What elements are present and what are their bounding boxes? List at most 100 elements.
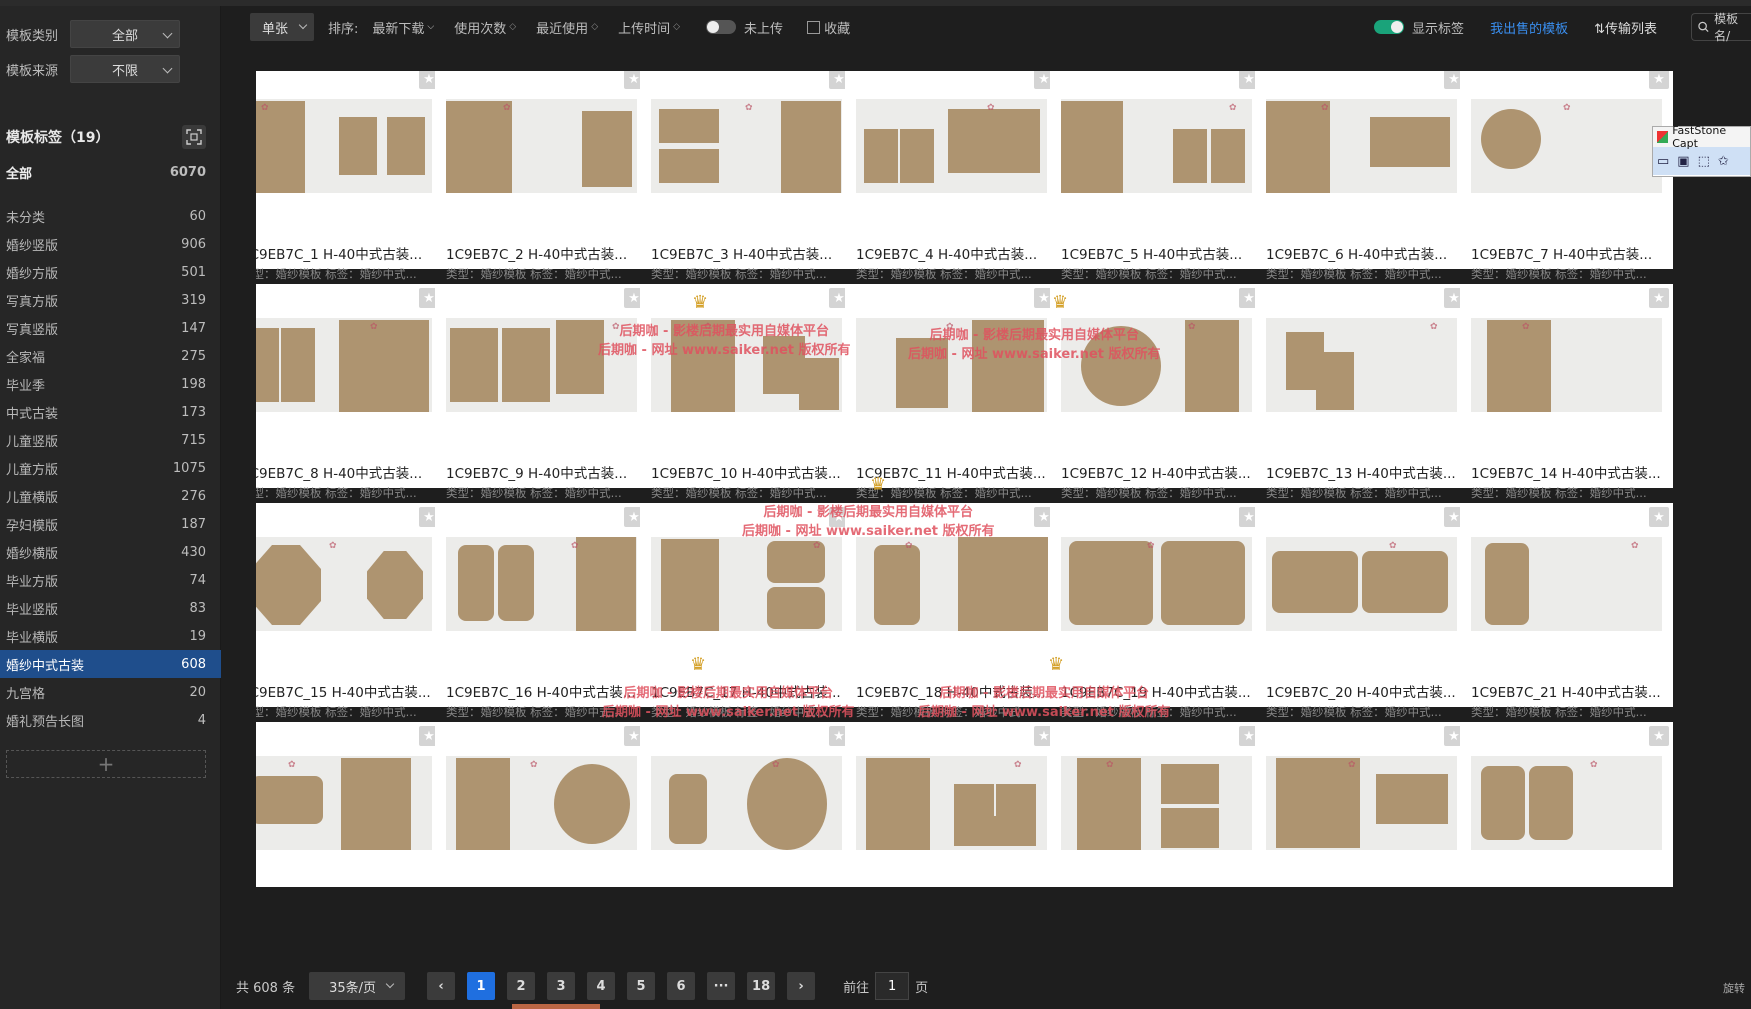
tag-item[interactable]: 未分类 60 — [0, 202, 221, 230]
template-thumbnail[interactable]: ✿ ★ — [435, 71, 648, 230]
template-thumbnail[interactable]: ✿ ★ — [435, 722, 648, 887]
tag-item[interactable]: 毕业方版 74 — [0, 566, 221, 594]
prev-page-button[interactable]: ‹ — [427, 972, 456, 1000]
template-card[interactable]: ✿ ★ 1C9EB7C_7 H-40中式古装... 类型：婚纱模板 标签：婚纱中式..… — [1460, 71, 1673, 281]
goto-page-input[interactable] — [875, 972, 910, 1000]
template-card[interactable]: ✿ ★ 1C9EB7C_15 H-40中式古装... 类型：婚纱模板 标签：婚纱中式.… — [256, 503, 443, 719]
template-card[interactable]: ✿ ★ 1C9EB7C_14 H-40中式古装... 类型：婚纱模板 标签：婚纱中式.… — [1460, 284, 1673, 500]
faststone-capture-toolbar[interactable]: FastStone Capt ▭ ▣ ⬚ ✩ — [1652, 124, 1751, 177]
template-thumbnail[interactable]: ✿ ★ — [256, 722, 443, 887]
favorites-checkbox[interactable] — [807, 20, 821, 34]
favorite-star-icon[interactable]: ★ — [1649, 726, 1669, 746]
template-thumbnail[interactable]: ✿ ★ — [640, 71, 853, 230]
template-thumbnail[interactable]: ✿ ★ — [640, 503, 853, 668]
template-card[interactable]: ✿ ★ — [845, 722, 1058, 887]
template-card[interactable]: ✿ ★ 1C9EB7C_11 H-40中式古装... 类型：婚纱模板 标签：婚纱中式.… — [845, 284, 1058, 500]
view-mode-select[interactable]: 单张 — [250, 13, 314, 41]
template-thumbnail[interactable]: ✿ ★ — [1255, 284, 1468, 449]
sort-usage-count[interactable]: 使用次数 ◇ — [454, 18, 516, 37]
tag-item[interactable]: 婚纱方版 501 — [0, 258, 221, 286]
template-thumbnail[interactable]: ✿ ★ — [845, 71, 1058, 230]
tag-item[interactable]: 毕业竖版 83 — [0, 594, 221, 622]
template-card[interactable]: ✿ ★ — [1050, 722, 1263, 887]
page-button[interactable]: 6 — [667, 972, 696, 1000]
template-card[interactable]: ✿ ★ 1C9EB7C_6 H-40中式古装... 类型：婚纱模板 标签：婚纱中式..… — [1255, 71, 1468, 281]
my-sold-templates-link[interactable]: 我出售的模板 — [1490, 18, 1568, 37]
tag-item[interactable]: 儿童方版 1075 — [0, 454, 221, 482]
more-pages-button[interactable]: ··· — [707, 972, 736, 1000]
tag-item-all[interactable]: 全部 6070 — [0, 158, 221, 186]
template-thumbnail[interactable]: ✿ ★ — [640, 284, 853, 449]
template-card[interactable]: ✿ ★ — [640, 722, 853, 887]
sort-latest-download[interactable]: 最新下载 ⌵ — [372, 18, 434, 37]
capture-window-icon[interactable]: ▣ — [1677, 154, 1689, 169]
template-card[interactable]: ✿ ★ 1C9EB7C_12 H-40中式古装... 类型：婚纱模板 标签：婚纱中式.… — [1050, 284, 1263, 500]
show-tags-toggle[interactable] — [1374, 20, 1405, 34]
template-thumbnail[interactable]: ✿ ★ — [1460, 284, 1673, 449]
template-thumbnail[interactable]: ✿ ★ — [1460, 722, 1673, 887]
template-thumbnail[interactable]: ✿ ★ — [640, 722, 853, 887]
template-thumbnail[interactable]: ✿ ★ — [1050, 503, 1263, 668]
tag-item[interactable]: 婚礼预告长图 4 — [0, 706, 221, 734]
favorite-star-icon[interactable]: ★ — [1649, 507, 1669, 527]
page-button[interactable]: 3 — [547, 972, 576, 1000]
template-thumbnail[interactable]: ✿ ★ — [256, 284, 443, 449]
template-card[interactable]: ✿ ★ 1C9EB7C_17 H-40中式古装... 类型：婚纱模板 标签：婚纱中式.… — [640, 503, 853, 719]
template-card[interactable]: ✿ ★ 1C9EB7C_18 H-40中式古装... 类型：婚纱模板 标签：婚纱中式.… — [845, 503, 1058, 719]
category-select[interactable]: 全部 — [70, 20, 180, 48]
tag-item[interactable]: 儿童竖版 715 — [0, 426, 221, 454]
tag-item[interactable]: 九宫格 20 — [0, 678, 221, 706]
sort-recent-use[interactable]: 最近使用 ◇ — [536, 18, 598, 37]
template-thumbnail[interactable]: ✿ ★ — [1255, 71, 1468, 230]
template-card[interactable]: ✿ ★ 1C9EB7C_16 H-40中式古装... 类型：婚纱模板 标签：婚纱中式.… — [435, 503, 648, 719]
tag-item[interactable]: 中式古装 173 — [0, 398, 221, 426]
page-size-select[interactable]: 35条/页 — [309, 972, 406, 1000]
template-thumbnail[interactable]: ✿ ★ — [845, 503, 1058, 668]
template-thumbnail[interactable]: ✿ ★ — [1255, 503, 1468, 668]
template-thumbnail[interactable]: ✿ ★ — [1460, 71, 1673, 230]
template-card[interactable]: ✿ ★ 1C9EB7C_13 H-40中式古装... 类型：婚纱模板 标签：婚纱中式.… — [1255, 284, 1468, 500]
template-card[interactable]: ✿ ★ — [1255, 722, 1468, 887]
tag-item[interactable]: 婚纱横版 430 — [0, 538, 221, 566]
capture-freehand-icon[interactable]: ✩ — [1718, 154, 1729, 169]
template-thumbnail[interactable]: ✿ ★ — [1050, 71, 1263, 230]
template-card[interactable]: ✿ ★ 1C9EB7C_4 H-40中式古装... 类型：婚纱模板 标签：婚纱中式..… — [845, 71, 1058, 281]
next-page-button[interactable]: › — [787, 972, 816, 1000]
not-uploaded-toggle[interactable] — [706, 20, 737, 34]
tag-item[interactable]: 写真竖版 147 — [0, 314, 221, 342]
page-button[interactable]: 2 — [507, 972, 536, 1000]
tag-item[interactable]: 写真方版 319 — [0, 286, 221, 314]
template-card[interactable]: ✿ ★ 1C9EB7C_5 H-40中式古装... 类型：婚纱模板 标签：婚纱中式..… — [1050, 71, 1263, 281]
template-card[interactable]: ✿ ★ — [1460, 722, 1673, 887]
template-card[interactable]: ✿ ★ 1C9EB7C_19 H-40中式古装... 类型：婚纱模板 标签：婚纱中式.… — [1050, 503, 1263, 719]
capture-region-icon[interactable]: ⬚ — [1698, 154, 1710, 169]
template-card[interactable]: ✿ ★ 1C9EB7C_2 H-40中式古装... 类型：婚纱模板 标签：婚纱中式..… — [435, 71, 648, 281]
template-card[interactable]: ✿ ★ — [435, 722, 648, 887]
favorite-star-icon[interactable]: ★ — [1649, 288, 1669, 308]
template-card[interactable]: ✿ ★ 1C9EB7C_1 H-40中式古装... 类型：婚纱模板 标签：婚纱中式..… — [256, 71, 443, 281]
template-card[interactable]: ✿ ★ 1C9EB7C_21 H-40中式古装... 类型：婚纱模板 标签：婚纱中式.… — [1460, 503, 1673, 719]
transfer-list-button[interactable]: ⇅传输列表 — [1594, 18, 1657, 37]
favorite-star-icon[interactable]: ★ — [1649, 71, 1669, 89]
template-thumbnail[interactable]: ✿ ★ — [845, 722, 1058, 887]
tag-item[interactable]: 孕妇模版 187 — [0, 510, 221, 538]
tag-item[interactable]: 婚纱竖版 906 — [0, 230, 221, 258]
sort-upload-time[interactable]: 上传时间 ◇ — [618, 18, 680, 37]
template-card[interactable]: ✿ ★ — [256, 722, 443, 887]
template-thumbnail[interactable]: ✿ ★ — [256, 71, 443, 230]
scan-button[interactable] — [182, 125, 206, 149]
template-thumbnail[interactable]: ✿ ★ — [1050, 722, 1263, 887]
page-button[interactable]: 18 — [747, 972, 776, 1000]
page-button[interactable]: 5 — [627, 972, 656, 1000]
tag-item[interactable]: 全家福 275 — [0, 342, 221, 370]
template-thumbnail[interactable]: ✿ ★ — [435, 284, 648, 449]
template-thumbnail[interactable]: ✿ ★ — [1460, 503, 1673, 668]
template-thumbnail[interactable]: ✿ ★ — [256, 503, 443, 668]
tag-item[interactable]: 婚纱中式古装 608 — [0, 650, 221, 678]
template-card[interactable]: ✿ ★ 1C9EB7C_20 H-40中式古装... 类型：婚纱模板 标签：婚纱中式.… — [1255, 503, 1468, 719]
add-tag-button[interactable]: + — [6, 750, 206, 778]
page-button[interactable]: 1 — [467, 972, 496, 1000]
search-input[interactable]: 模板名/ — [1691, 12, 1751, 43]
template-thumbnail[interactable]: ✿ ★ — [1050, 284, 1263, 449]
page-button[interactable]: 4 — [587, 972, 616, 1000]
